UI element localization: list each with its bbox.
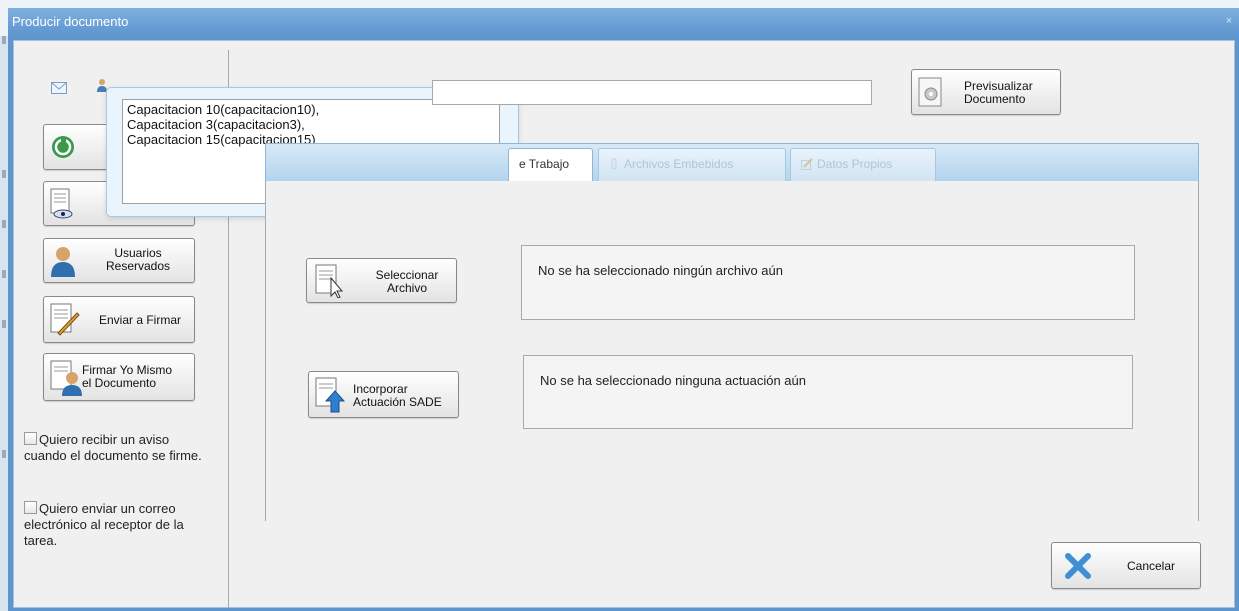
tab-archivos-embebidos-label: Archivos Embebidos xyxy=(624,157,734,171)
edit-icon xyxy=(801,151,813,170)
edge-mark xyxy=(2,36,6,44)
window-title: Producir documento xyxy=(12,14,129,29)
reference-input[interactable] xyxy=(432,80,872,105)
document-self-sign-icon xyxy=(50,360,82,399)
tab-trabajo-label: e Trabajo xyxy=(519,157,570,171)
tab-bar: e Trabajo Archivos Embebidos Datos Propi… xyxy=(265,143,1199,183)
enviar-a-firmar-button[interactable]: Enviar a Firmar xyxy=(43,296,195,343)
tab-trabajo[interactable]: e Trabajo xyxy=(508,148,593,183)
cancelar-label: Cancelar xyxy=(1126,559,1176,573)
notify-on-sign-option[interactable]: Quiero recibir un aviso cuando el docume… xyxy=(24,432,214,464)
envelope-icon[interactable] xyxy=(51,82,67,94)
tab-datos-propios[interactable]: Datos Propios xyxy=(790,148,936,182)
close-icon[interactable]: × xyxy=(1223,15,1235,27)
window-titlebar: Producir documento × xyxy=(8,8,1239,36)
seleccionar-archivo-button[interactable]: Seleccionar Archivo xyxy=(306,258,457,303)
email-receiver-label: Quiero enviar un correo electrónico al r… xyxy=(24,501,184,548)
notify-on-sign-label: Quiero recibir un aviso cuando el docume… xyxy=(24,432,202,463)
edge-mark xyxy=(2,270,6,278)
usuarios-reservados-label: Usuarios Reservados xyxy=(105,246,171,273)
document-gear-icon xyxy=(918,77,948,112)
edge-mark xyxy=(2,220,6,228)
edge-mark xyxy=(2,320,6,328)
cancelar-button[interactable]: Cancelar xyxy=(1051,542,1201,589)
x-cancel-icon xyxy=(1064,552,1092,583)
enviar-a-firmar-label: Enviar a Firmar xyxy=(98,313,181,327)
document-cursor-icon xyxy=(315,264,345,301)
email-receiver-checkbox[interactable] xyxy=(24,501,37,514)
tab-content-panel xyxy=(265,181,1199,521)
archivo-status-box: No se ha seleccionado ningún archivo aún xyxy=(521,245,1135,320)
incorporar-actuacion-label: Incorporar Actuación SADE xyxy=(353,382,442,409)
user-reserved-icon xyxy=(50,245,80,280)
edge-mark xyxy=(2,450,6,458)
document-upload-icon xyxy=(315,377,346,416)
seleccionar-archivo-label: Seleccionar Archivo xyxy=(375,268,439,295)
edge-mark xyxy=(2,170,6,178)
email-receiver-option[interactable]: Quiero enviar un correo electrónico al r… xyxy=(24,501,214,549)
document-eye-icon xyxy=(50,188,76,223)
incorporar-actuacion-button[interactable]: Incorporar Actuación SADE xyxy=(308,371,459,418)
notify-on-sign-checkbox[interactable] xyxy=(24,432,37,445)
document-sign-icon xyxy=(50,303,80,340)
tab-archivos-embebidos[interactable]: Archivos Embebidos xyxy=(598,148,786,182)
paperclip-icon xyxy=(609,151,619,170)
actuacion-status-box: No se ha seleccionado ninguna actuación … xyxy=(523,355,1133,429)
previsualizar-documento-button[interactable]: Previsualizar Documento xyxy=(911,69,1061,115)
refresh-icon xyxy=(51,135,75,162)
archivo-status-text: No se ha seleccionado ningún archivo aún xyxy=(538,263,784,278)
firmar-yo-mismo-label: Firmar Yo Mismo el Documento xyxy=(82,363,173,390)
firmar-yo-mismo-button[interactable]: Firmar Yo Mismo el Documento xyxy=(43,353,195,401)
usuarios-reservados-button[interactable]: Usuarios Reservados xyxy=(43,238,195,283)
actuacion-status-text: No se ha seleccionado ninguna actuación … xyxy=(540,373,806,388)
previsualizar-label: Previsualizar Documento xyxy=(964,79,1033,106)
tab-datos-propios-label: Datos Propios xyxy=(817,157,893,171)
background-window-edge xyxy=(0,36,8,611)
